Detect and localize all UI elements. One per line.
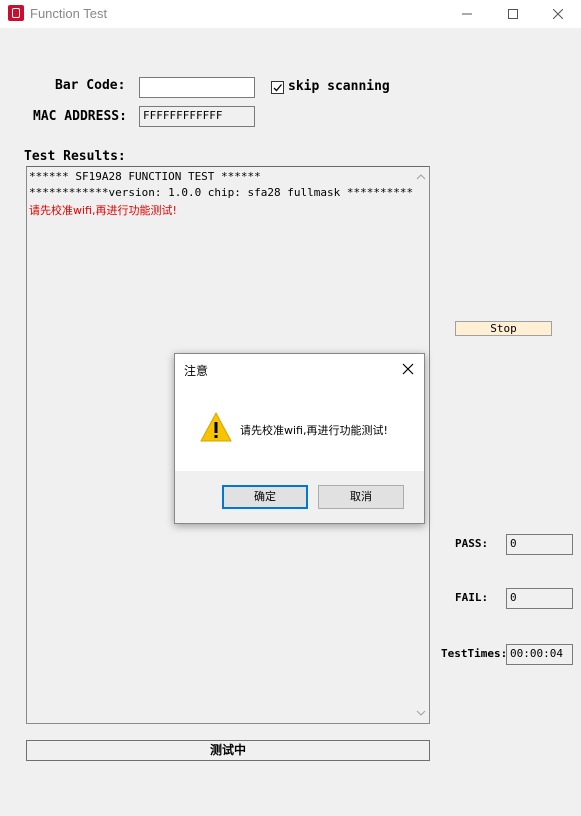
close-icon bbox=[402, 363, 414, 375]
close-icon bbox=[553, 9, 563, 19]
maximize-button[interactable] bbox=[490, 0, 536, 28]
checkmark-icon bbox=[273, 84, 282, 92]
maximize-icon bbox=[508, 9, 518, 19]
cancel-button[interactable]: 取消 bbox=[318, 485, 404, 509]
warning-icon bbox=[200, 411, 232, 442]
status-bar: 测试中 bbox=[26, 740, 430, 761]
dialog-close-button[interactable] bbox=[397, 358, 419, 380]
dialog-message: 请先校准wifi,再进行功能测试! bbox=[240, 424, 388, 437]
ok-button[interactable]: 确定 bbox=[222, 485, 308, 509]
minimize-icon bbox=[462, 13, 472, 15]
barcode-label: Bar Code: bbox=[55, 78, 126, 93]
test-times-label: TestTimes: bbox=[441, 647, 508, 660]
fail-count-field: 0 bbox=[506, 588, 573, 609]
pass-count-field: 0 bbox=[506, 534, 573, 555]
barcode-input[interactable] bbox=[139, 77, 255, 98]
result-line: ****** SF19A28 FUNCTION TEST ****** bbox=[29, 170, 261, 183]
warning-dialog: 注意 请先校准wifi,再进行功能测试! 确定 取消 bbox=[174, 353, 425, 524]
fail-label: FAIL: bbox=[455, 591, 489, 604]
test-results-label: Test Results: bbox=[24, 149, 126, 164]
pass-label: PASS: bbox=[455, 537, 489, 550]
scroll-up-icon bbox=[416, 174, 426, 180]
test-times-field: 00:00:04 bbox=[506, 644, 573, 665]
mac-address-label: MAC ADDRESS: bbox=[33, 109, 127, 124]
close-button[interactable] bbox=[535, 0, 581, 28]
skip-scanning-label: skip scanning bbox=[288, 79, 390, 94]
result-error-line: 请先校准wifi,再进行功能测试! bbox=[29, 204, 177, 217]
result-line: ************version: 1.0.0 chip: sfa28 f… bbox=[29, 186, 427, 199]
minimize-button[interactable] bbox=[444, 0, 490, 28]
window-title: Function Test bbox=[30, 6, 108, 21]
scroll-down-icon bbox=[416, 710, 426, 716]
mac-address-field: FFFFFFFFFFFF bbox=[139, 106, 255, 127]
app-icon bbox=[8, 5, 24, 21]
stop-button[interactable]: Stop bbox=[455, 321, 552, 336]
dialog-title: 注意 bbox=[184, 364, 209, 378]
skip-scanning-checkbox[interactable] bbox=[271, 81, 284, 94]
